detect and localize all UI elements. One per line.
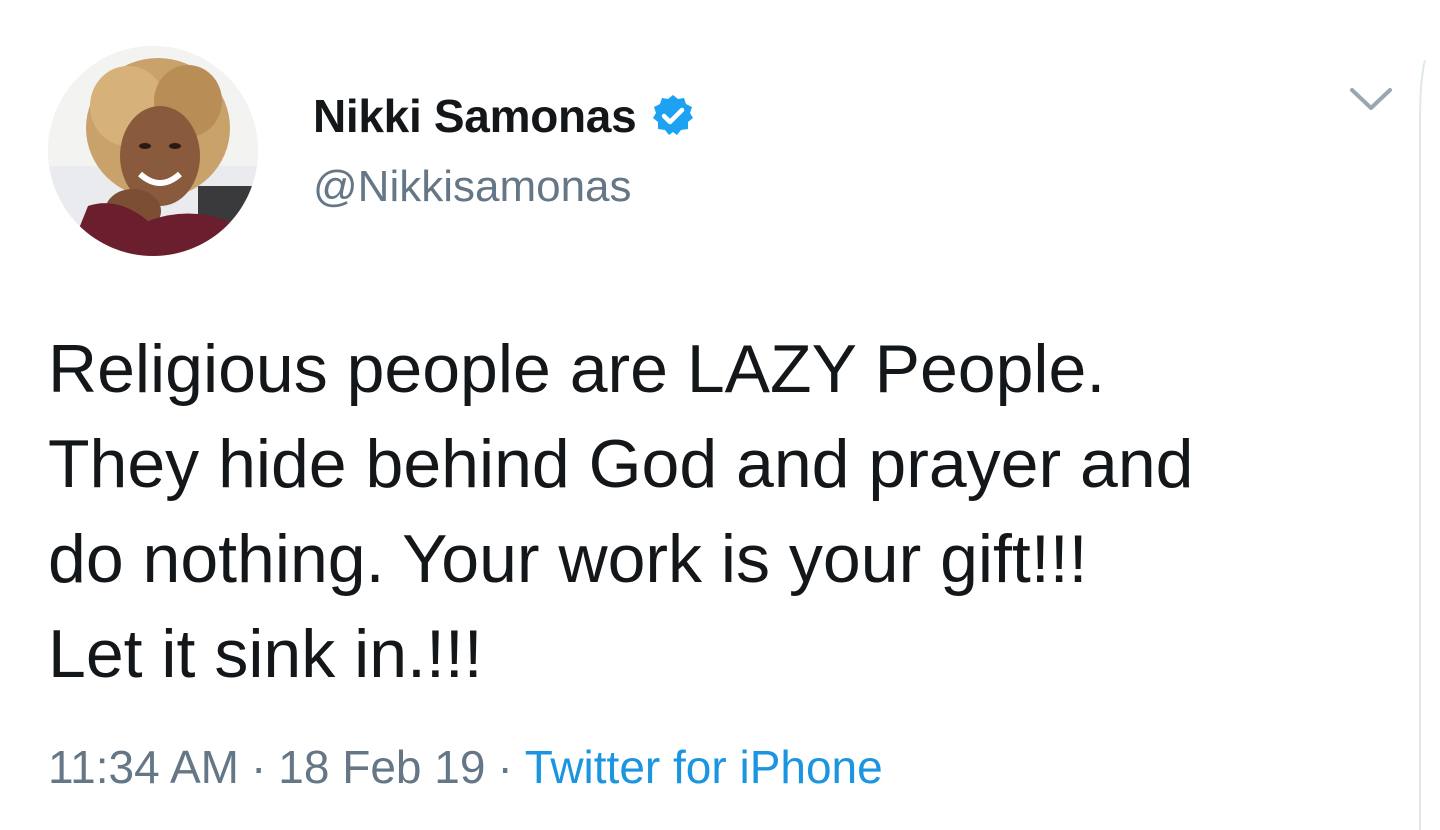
tweet-card: Nikki Samonas @Nikkisamonas Religious pe… <box>0 0 1440 830</box>
tweet-time[interactable]: 11:34 AM <box>48 741 239 793</box>
tweet-text-line: They hide behind God and prayer and <box>48 426 1194 502</box>
avatar-image <box>48 46 258 256</box>
tweet-text-line: do nothing. Your work is your gift!!! <box>48 521 1088 597</box>
display-name[interactable]: Nikki Samonas <box>313 89 637 143</box>
card-edge-divider <box>1418 59 1426 830</box>
tweet-date[interactable]: 18 Feb 19 <box>278 741 485 793</box>
meta-separator: · <box>497 741 513 793</box>
meta-separator: · <box>250 741 267 793</box>
tweet-text-line: Religious people are LAZY People. <box>48 331 1106 407</box>
tweet-text-line: Let it sink in.!!! <box>48 616 483 692</box>
chevron-down-icon[interactable] <box>1348 82 1394 116</box>
tweet-metadata: 11:34 AM · 18 Feb 19 · Twitter for iPhone <box>48 740 883 794</box>
verified-badge-icon <box>650 93 696 139</box>
author-name-row[interactable]: Nikki Samonas <box>313 86 696 146</box>
author-handle[interactable]: @Nikkisamonas <box>313 162 632 212</box>
tweet-source-link[interactable]: Twitter for iPhone <box>525 741 883 793</box>
avatar[interactable] <box>48 46 258 256</box>
tweet-text: Religious people are LAZY People. They h… <box>48 322 1388 702</box>
